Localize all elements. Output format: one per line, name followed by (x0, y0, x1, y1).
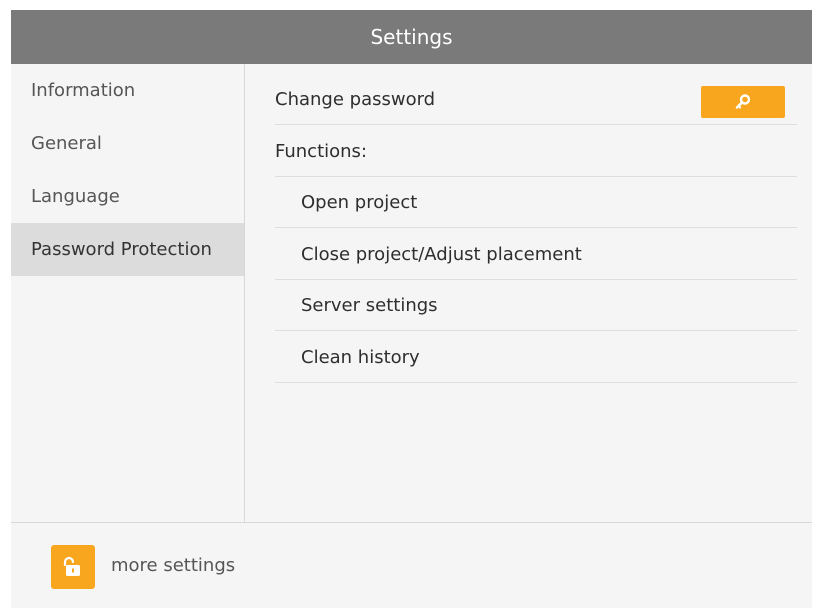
sidebar-item-label: General (31, 133, 102, 154)
key-icon (735, 94, 751, 109)
change-password-label: Change password (275, 88, 436, 110)
change-password-button[interactable] (701, 86, 785, 118)
main-panel: Change password Functions: Open project … (245, 64, 812, 522)
more-settings-label[interactable]: more settings (111, 555, 235, 576)
sidebar-item-information[interactable]: Information (11, 64, 244, 117)
sidebar: Information General Language Password Pr… (11, 64, 245, 522)
window-title: Settings (370, 25, 453, 49)
footer: more settings (11, 522, 812, 608)
title-bar: Settings (11, 10, 812, 64)
function-item-server-settings[interactable]: Server settings (275, 280, 797, 331)
settings-window: Settings Information General Language Pa… (11, 10, 812, 608)
sidebar-item-label: Password Protection (31, 239, 212, 260)
sidebar-item-password-protection[interactable]: Password Protection (11, 223, 244, 276)
more-settings-button[interactable] (51, 545, 95, 589)
function-item-open-project[interactable]: Open project (275, 177, 797, 228)
functions-header-row: Functions: (275, 126, 797, 177)
function-item-label: Server settings (301, 294, 438, 316)
sidebar-item-language[interactable]: Language (11, 170, 244, 223)
function-item-clean-history[interactable]: Clean history (275, 332, 797, 383)
function-item-close-project[interactable]: Close project/Adjust placement (275, 229, 797, 280)
sidebar-item-label: Language (31, 186, 120, 207)
unlocked-padlock-icon (63, 556, 80, 576)
function-item-label: Close project/Adjust placement (301, 243, 582, 265)
sidebar-item-general[interactable]: General (11, 117, 244, 170)
change-password-row: Change password (275, 74, 797, 125)
sidebar-item-label: Information (31, 80, 136, 101)
function-item-label: Clean history (301, 346, 420, 368)
functions-label: Functions: (275, 140, 368, 162)
function-item-label: Open project (301, 191, 418, 213)
